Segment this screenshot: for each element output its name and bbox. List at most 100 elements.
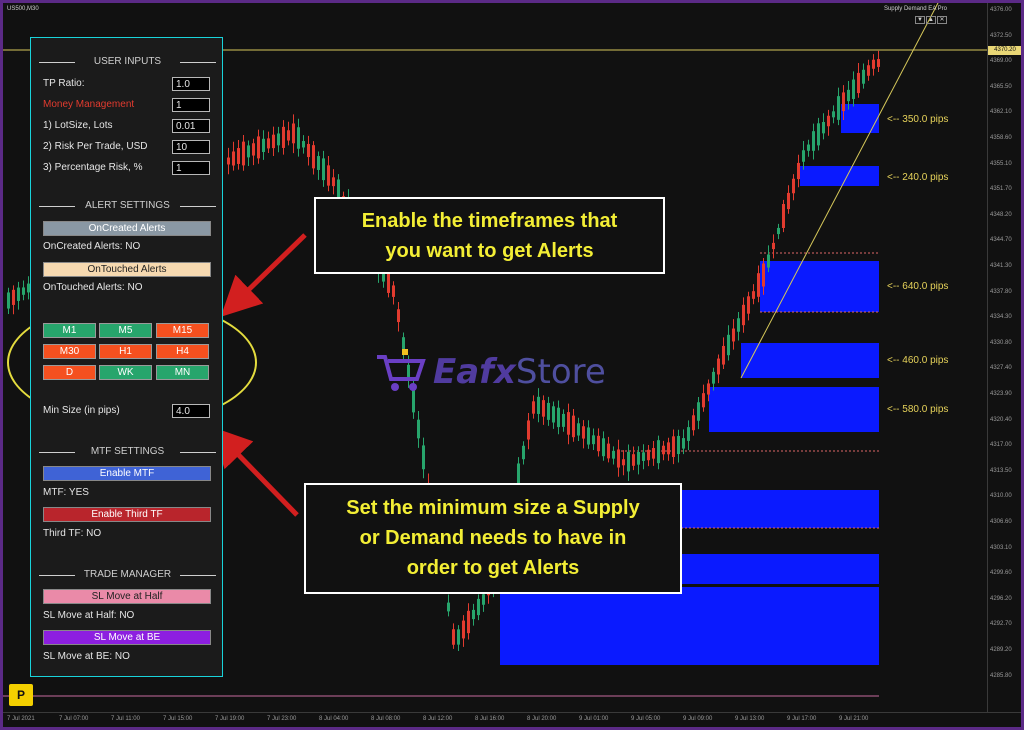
timeframe-button-m15[interactable]: M15 (156, 323, 209, 338)
on-created-alerts-button[interactable]: OnCreated Alerts (43, 221, 211, 236)
candle-body (577, 423, 580, 436)
supply-demand-zone (800, 166, 879, 186)
candle-body (242, 141, 245, 166)
timeframe-button-m30[interactable]: M30 (43, 344, 96, 359)
on-touched-alerts-button[interactable]: OnTouched Alerts (43, 262, 211, 277)
price-tick-label: 4310.00 (990, 493, 1012, 500)
timeframe-button-h4[interactable]: H4 (156, 344, 209, 359)
timeframe-button-m5[interactable]: M5 (99, 323, 152, 338)
candle-body (817, 123, 820, 146)
candle-body (742, 304, 745, 326)
tp-ratio-input[interactable] (172, 77, 210, 91)
time-tick-label: 9 Jul 17:00 (787, 716, 817, 722)
candle-body (622, 459, 625, 466)
callout-line: order to get Alerts (406, 557, 580, 579)
price-chart[interactable]: US500,M30 Supply Demand EA Pro ▼ ▲ ✕ <--… (3, 3, 987, 712)
timeframe-button-h1[interactable]: H1 (99, 344, 152, 359)
sl-move-be-button[interactable]: SL Move at BE (43, 630, 211, 645)
candle-body (582, 426, 585, 439)
price-tick-label: 4285.80 (990, 672, 1012, 679)
callout-line: you want to get Alerts (385, 240, 594, 262)
risk-percent-input[interactable] (172, 161, 210, 175)
enable-mtf-button[interactable]: Enable MTF (43, 466, 211, 481)
candle-body (602, 438, 605, 457)
min-size-input[interactable] (172, 404, 210, 418)
time-tick-label: 8 Jul 12:00 (423, 716, 453, 722)
candle-body (752, 291, 755, 299)
lotsize-input[interactable] (172, 119, 210, 133)
time-tick-label: 7 Jul 19:00 (215, 716, 245, 722)
candle-body (457, 629, 460, 645)
time-tick-label: 9 Jul 01:00 (579, 716, 609, 722)
third-tf-status: Third TF: NO (43, 528, 102, 539)
time-tick-label: 9 Jul 05:00 (631, 716, 661, 722)
candle-body (847, 89, 850, 102)
candle-body (562, 413, 565, 427)
maximize-button[interactable]: ▲ (926, 16, 936, 24)
candle-body (392, 285, 395, 297)
timeframe-button-m1[interactable]: M1 (43, 323, 96, 338)
time-tick-label: 8 Jul 20:00 (527, 716, 557, 722)
candle-body (527, 420, 530, 440)
settings-panel: USER INPUTS TP Ratio: Money Management 1… (30, 37, 223, 677)
money-management-input[interactable] (172, 98, 210, 112)
candle-body (852, 79, 855, 99)
section-title-user-inputs: USER INPUTS (39, 56, 216, 68)
time-axis[interactable]: 7 Jul 2021 7 Jul 07:00 7 Jul 11:00 7 Jul 15… (3, 712, 1021, 727)
candle-body (802, 150, 805, 162)
time-tick-label: 9 Jul 09:00 (683, 716, 713, 722)
candle-body (247, 145, 250, 158)
candle-body (867, 65, 870, 76)
candle-body (477, 598, 480, 616)
badge-p[interactable]: P (9, 684, 33, 706)
candle-body (252, 143, 255, 156)
candle-body (262, 138, 265, 153)
risk-usd-label: 2) Risk Per Trade, USD (43, 141, 148, 152)
candle-body (727, 334, 730, 356)
price-tick-label: 4348.20 (990, 211, 1012, 218)
callout-min-size: Set the minimum size a Supply or Demand … (304, 483, 682, 594)
time-tick-label: 8 Jul 04:00 (319, 716, 349, 722)
candle-body (862, 69, 865, 84)
candle-body (662, 445, 665, 455)
callout-line: Set the minimum size a Supply (346, 497, 640, 519)
candle-body (472, 609, 475, 620)
price-tick-label: 4358.60 (990, 135, 1012, 141)
timeframe-button-mn[interactable]: MN (156, 365, 209, 380)
candle-body (467, 610, 470, 634)
price-axis[interactable]: 4376.00 4372.50 4369.00 4365.50 4362.10 4358.… (987, 3, 1021, 712)
risk-usd-input[interactable] (172, 140, 210, 154)
price-tick-label: 4337.80 (990, 288, 1012, 295)
candle-body (717, 358, 720, 375)
candle-body (647, 449, 650, 461)
candle-body (627, 451, 630, 472)
close-button[interactable]: ✕ (937, 16, 947, 24)
price-tick-label: 4323.90 (990, 391, 1012, 397)
enable-third-tf-button[interactable]: Enable Third TF (43, 507, 211, 522)
price-tick-label: 4327.40 (990, 365, 1012, 372)
candle-body (677, 435, 680, 455)
candle-body (822, 122, 825, 134)
candle-body (792, 178, 795, 194)
timeframe-button-d[interactable]: D (43, 365, 96, 380)
candle-body (872, 59, 875, 69)
candle-body (797, 162, 800, 180)
sl-move-half-button[interactable]: SL Move at Half (43, 589, 211, 604)
candle-body (277, 133, 280, 146)
price-tick-label: 4362.10 (990, 109, 1012, 116)
price-tick-label: 4372.50 (990, 32, 1012, 39)
price-tick-label: 4369.00 (990, 58, 1012, 65)
candle-body (227, 157, 230, 165)
candle-body (697, 402, 700, 421)
minimize-button[interactable]: ▼ (915, 16, 925, 24)
candle-body (687, 427, 690, 441)
lotsize-label: 1) LotSize, Lots (43, 120, 113, 131)
candle-body (877, 59, 880, 67)
candle-body (707, 383, 710, 395)
candle-body (237, 148, 240, 164)
candle-body (297, 127, 300, 149)
min-size-label: Min Size (in pips) (43, 405, 120, 416)
timeframe-button-wk[interactable]: WK (99, 365, 152, 380)
candle-body (302, 141, 305, 148)
cart-icon (377, 349, 426, 391)
